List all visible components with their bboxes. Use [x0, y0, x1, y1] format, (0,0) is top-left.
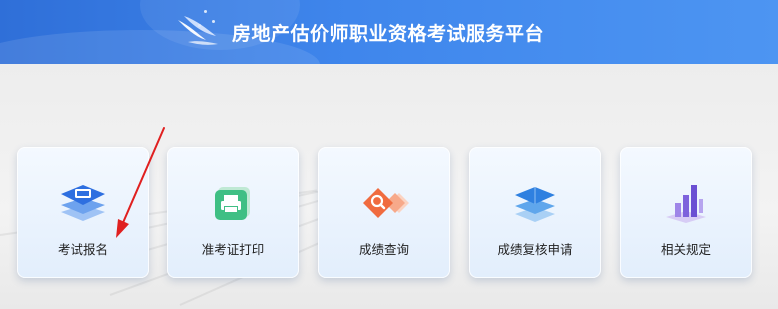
paper-plane-logo-icon	[178, 16, 218, 45]
search-icon	[363, 188, 409, 218]
header-decoration	[204, 10, 207, 13]
card-label: 相关规定	[660, 242, 711, 257]
card-score-query[interactable]: 成绩查询	[318, 147, 450, 278]
card-label: 考试报名	[57, 242, 108, 257]
card-admission-ticket-print[interactable]: 准考证打印	[167, 147, 299, 278]
card-score-review-application[interactable]: 成绩复核申请	[469, 147, 601, 278]
card-label: 成绩复核申请	[497, 242, 573, 257]
layers-icon	[515, 187, 555, 222]
card-label: 准考证打印	[201, 242, 265, 257]
header-bar: 房地产估价师职业资格考试服务平台	[0, 0, 778, 64]
bar-chart-icon	[666, 185, 706, 223]
card-label: 成绩查询	[358, 242, 409, 257]
card-exam-registration[interactable]: 考试报名	[17, 147, 149, 278]
page-title: 房地产估价师职业资格考试服务平台	[232, 23, 545, 45]
card-related-regulations[interactable]: 相关规定	[620, 147, 752, 278]
exam-registration-icon	[61, 185, 105, 221]
printer-icon	[215, 187, 250, 220]
